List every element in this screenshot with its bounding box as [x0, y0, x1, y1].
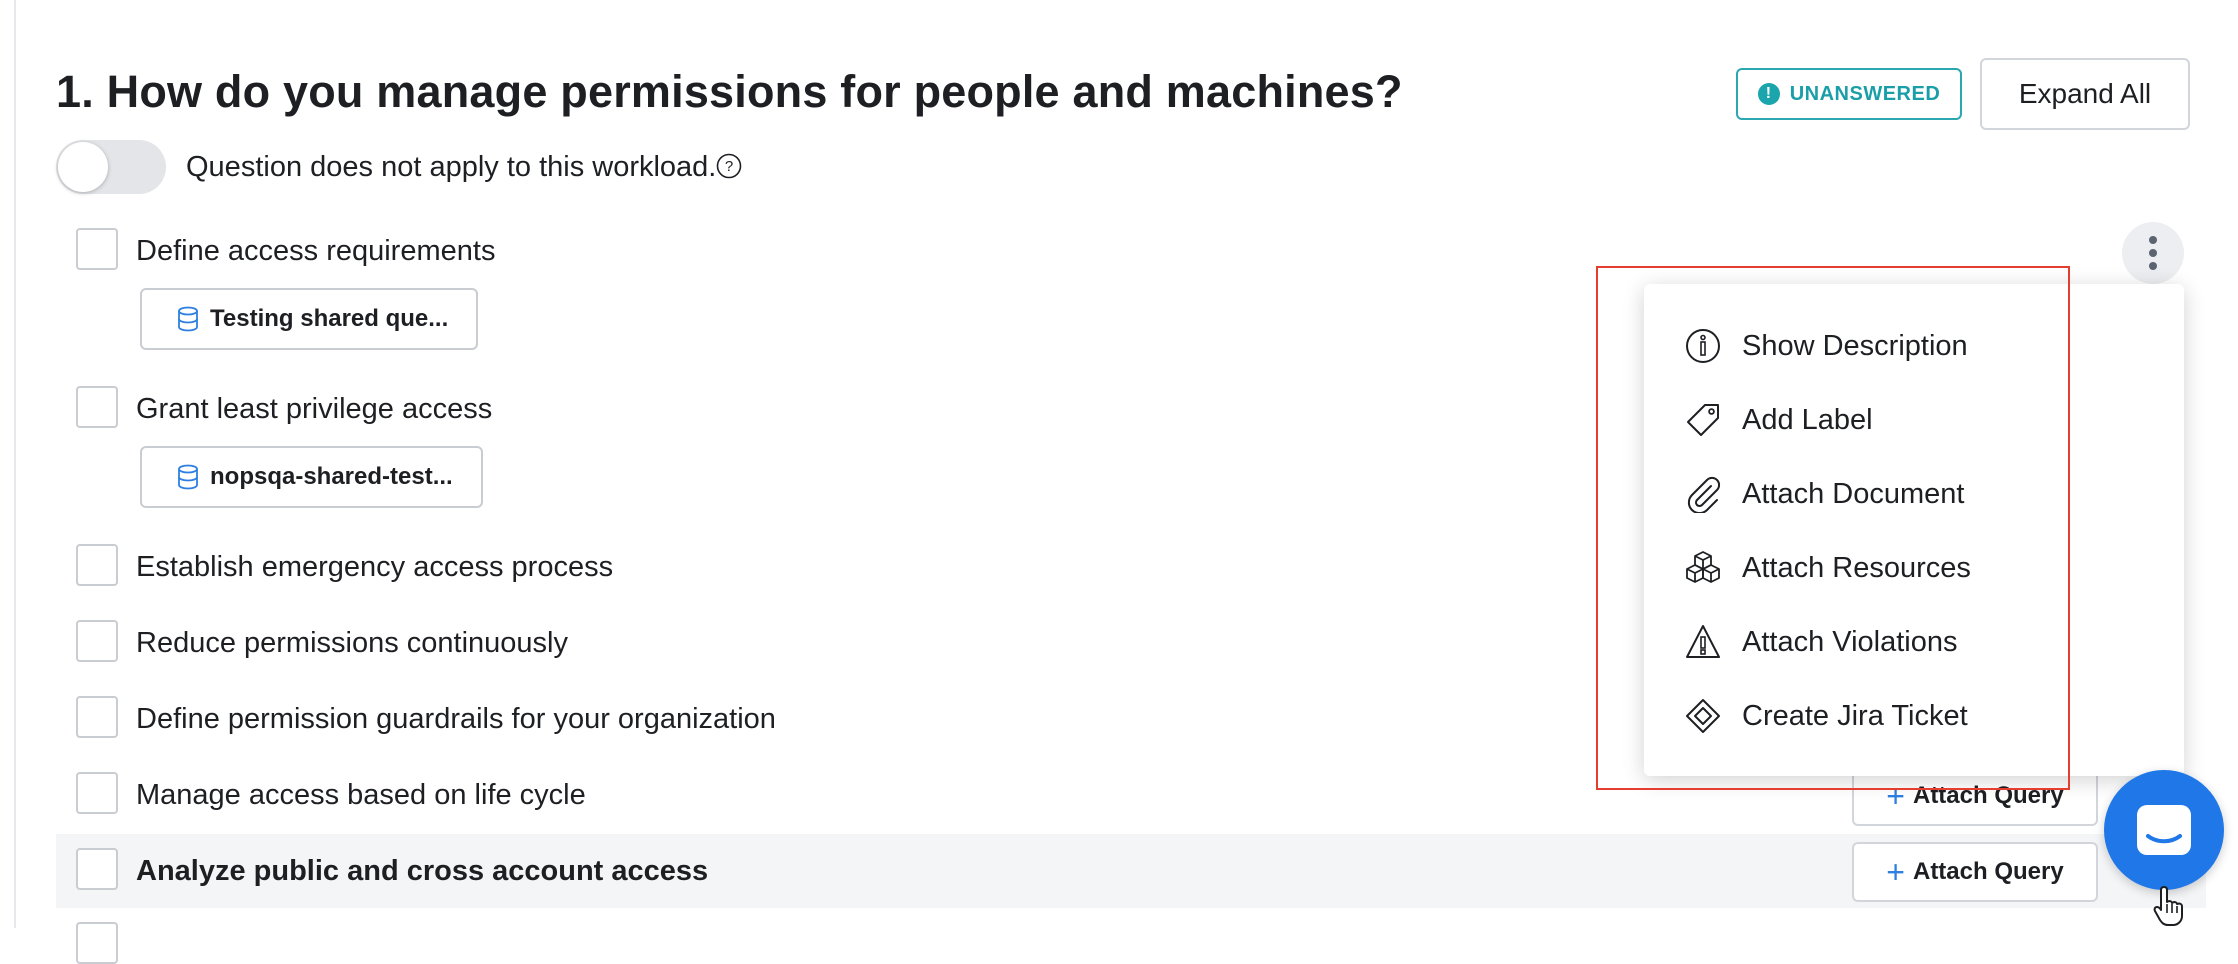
question-title: 1. How do you manage permissions for peo…: [56, 66, 1403, 117]
item-label-public-cross-account: Analyze public and cross account access: [136, 855, 709, 887]
expand-all-button[interactable]: Expand All: [1980, 58, 2190, 130]
database-icon: [178, 464, 198, 490]
query-chip-label: nopsqa-shared-test...: [210, 463, 453, 490]
toggle-knob: [58, 142, 108, 192]
help-icon[interactable]: ?: [716, 153, 742, 179]
svg-text:?: ?: [725, 158, 733, 175]
item-label-life-cycle: Manage access based on life cycle: [136, 779, 586, 811]
checkbox-next-item[interactable]: [76, 922, 118, 964]
status-badge-label: UNANSWERED: [1789, 82, 1941, 105]
plus-icon: +: [1886, 854, 1905, 890]
dot: [2149, 262, 2157, 270]
status-badge: ! UNANSWERED: [1736, 68, 1962, 120]
dot: [2149, 236, 2157, 244]
page-left-border: [14, 0, 16, 928]
not-applicable-label: Question does not apply to this workload…: [186, 151, 717, 183]
item-label-grant-least-privilege: Grant least privilege access: [136, 393, 493, 425]
item-label-reduce-permissions: Reduce permissions continuously: [136, 627, 568, 659]
query-chip-label: Testing shared que...: [210, 305, 449, 332]
dot: [2149, 249, 2157, 257]
query-chip[interactable]: nopsqa-shared-test...: [140, 446, 483, 508]
checkbox-grant-least-privilege[interactable]: [76, 386, 118, 428]
highlight-annotation-box: [1596, 266, 2070, 790]
checkbox-life-cycle[interactable]: [76, 772, 118, 814]
checkbox-permission-guardrails[interactable]: [76, 696, 118, 738]
item-label-permission-guardrails: Define permission guardrails for your or…: [136, 703, 776, 735]
attach-query-label: Attach Query: [1912, 858, 2064, 885]
item-label-define-access-requirements: Define access requirements: [136, 235, 496, 267]
chat-icon: [2137, 805, 2191, 855]
checkbox-emergency-access[interactable]: [76, 544, 118, 586]
checkbox-reduce-permissions[interactable]: [76, 620, 118, 662]
database-icon: [178, 306, 198, 332]
checkbox-public-cross-account[interactable]: [76, 848, 118, 890]
item-label-emergency-access: Establish emergency access process: [136, 551, 614, 583]
checkbox-define-access-requirements[interactable]: [76, 228, 118, 270]
more-options-button[interactable]: [2122, 222, 2184, 284]
hand-cursor-icon: [2153, 886, 2183, 926]
alert-icon: !: [1757, 83, 1780, 105]
attach-query-button[interactable]: + Attach Query: [1852, 842, 2098, 902]
not-applicable-toggle[interactable]: [56, 140, 166, 194]
query-chip[interactable]: Testing shared que...: [140, 288, 479, 350]
chat-launcher-button[interactable]: [2104, 770, 2224, 890]
